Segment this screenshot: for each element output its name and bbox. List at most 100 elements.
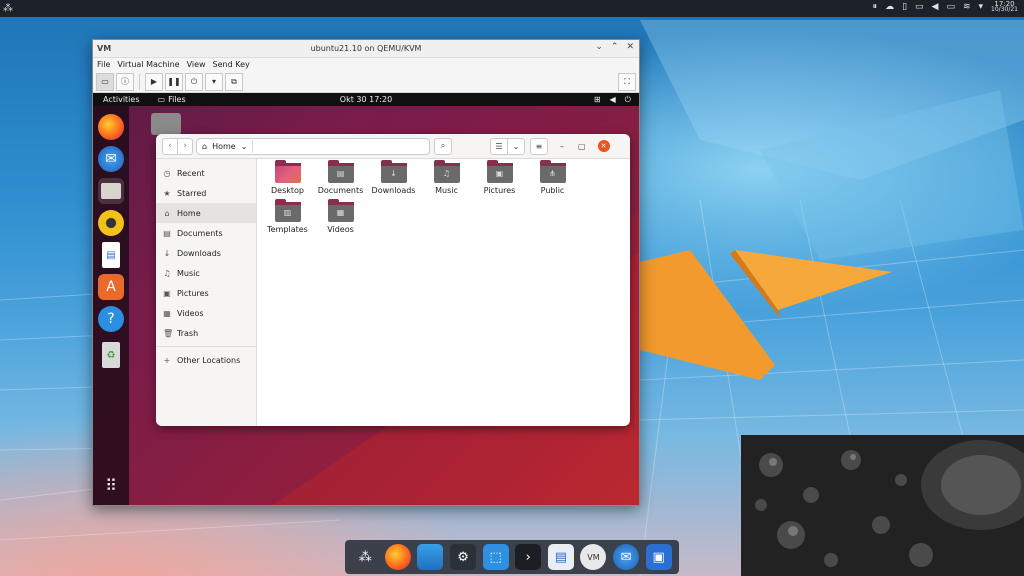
video-window[interactable] — [741, 435, 1024, 576]
folder-item-downloads[interactable]: ↓ Downloads — [367, 160, 420, 202]
file-manager-icon[interactable] — [417, 544, 444, 570]
vm-toolbar: ▭ ⓘ ▶ ❚❚ ⏻ ▾ ⧉ ⛶ — [93, 71, 639, 93]
volume-icon[interactable]: ◀ — [932, 2, 939, 12]
clipboard-icon[interactable]: ▯ — [902, 2, 907, 12]
folder-item-documents[interactable]: ▤ Documents — [314, 160, 367, 202]
trash-icon[interactable]: ♻ — [102, 342, 120, 368]
folder-item-music[interactable]: ♫ Music — [420, 160, 473, 202]
files-sidebar: ◷ Recent ★ Starred ⌂ Home ▤ Documents ↓ Downl… — [156, 159, 257, 426]
sidebar-item-other-locations[interactable]: + Other Locations — [156, 350, 256, 370]
network-icon[interactable]: ⊞ — [594, 95, 601, 105]
sidebar-item-recent[interactable]: ◷ Recent — [156, 163, 256, 183]
close-button[interactable]: ✕ — [597, 140, 610, 152]
search-button[interactable]: ⌕ — [434, 137, 452, 155]
sync-icon[interactable]: ☁ — [885, 2, 894, 12]
sidebar-item-trash[interactable]: 🗑 Trash — [156, 323, 256, 343]
console-button[interactable]: ▭ — [96, 72, 114, 91]
clock-icon: ◷ — [163, 168, 171, 178]
maximize-icon[interactable]: ⌃ — [611, 42, 619, 52]
power-button[interactable]: ⏻ — [185, 72, 203, 91]
software-icon[interactable]: A — [98, 274, 124, 300]
media-icon[interactable]: ⏸ — [873, 2, 878, 12]
thunderbird-icon[interactable]: ✉ — [98, 146, 124, 172]
sidebar-item-downloads[interactable]: ↓ Downloads — [156, 243, 256, 263]
folder-icon: ▤ — [327, 160, 354, 183]
launcher-icon[interactable]: ⁂ — [352, 544, 378, 570]
window-title: ubuntu21.10 on QEMU/KVM — [310, 44, 422, 53]
files-icon[interactable] — [98, 178, 124, 204]
hamburger-icon: ≡ — [535, 141, 543, 151]
menu-file[interactable]: File — [97, 60, 110, 69]
device-icon[interactable]: ▭ — [915, 2, 924, 12]
wifi-icon[interactable]: ≋ — [963, 2, 971, 12]
terminal-icon[interactable]: › — [515, 544, 542, 570]
sidebar-item-pictures[interactable]: ▣ Pictures — [156, 283, 256, 303]
folder-label: Documents — [317, 186, 364, 195]
menu-button[interactable]: ≡ — [530, 137, 548, 155]
chevron-down-icon[interactable]: ⌄ — [595, 42, 603, 52]
store-icon[interactable]: ⬚ — [482, 544, 509, 570]
sidebar-item-starred[interactable]: ★ Starred — [156, 183, 256, 203]
fullscreen-button[interactable]: ⛶ — [618, 73, 636, 91]
launcher-icon[interactable]: ⁂ — [3, 3, 19, 14]
show-apps-icon[interactable]: ⠿ — [93, 476, 129, 495]
path-bar[interactable]: ⌂ Home ⌄ — [196, 137, 430, 155]
folder-item-desktop[interactable]: Desktop — [261, 160, 314, 202]
menu-virtual-machine[interactable]: Virtual Machine — [117, 60, 179, 69]
snapshots-button[interactable]: ⧉ — [225, 72, 243, 91]
view-list-button[interactable]: ☰ — [490, 137, 508, 155]
details-button[interactable]: ⓘ — [116, 72, 134, 91]
toolbar-separator — [139, 73, 140, 90]
sidebar-item-music[interactable]: ♫ Music — [156, 263, 256, 283]
folder-item-templates[interactable]: ▥ Templates — [261, 199, 314, 241]
pause-button[interactable]: ❚❚ — [165, 72, 183, 91]
folder-item-public[interactable]: ⋔ Public — [526, 160, 579, 202]
maximize-button[interactable]: ▢ — [578, 142, 586, 151]
home-icon: ⌂ — [164, 208, 170, 218]
run-button[interactable]: ▶ — [145, 72, 163, 91]
system-tray: ⏸ ☁ ▯ ▭ ◀ ▭ ≋ ▾ 17:20 10/30/21 — [873, 1, 1018, 13]
wallpaper-shapes — [640, 250, 892, 380]
screenshot-icon[interactable]: ▣ — [645, 544, 672, 570]
menu-send-key[interactable]: Send Key — [213, 60, 250, 69]
writer-icon[interactable]: ▤ — [102, 242, 120, 268]
power-icon[interactable]: ⏻ — [625, 95, 631, 105]
folder-item-videos[interactable]: ▦ Videos — [314, 199, 367, 241]
desktop-home-folder[interactable] — [151, 113, 181, 135]
minimize-button[interactable]: – — [560, 142, 564, 151]
folder-item-pictures[interactable]: ▣ Pictures — [473, 160, 526, 202]
forward-button[interactable]: › — [178, 137, 193, 155]
back-button[interactable]: ‹ — [162, 137, 178, 155]
firefox-icon[interactable] — [98, 114, 124, 140]
help-icon[interactable]: ? — [98, 306, 124, 332]
sidebar-item-home[interactable]: ⌂ Home — [156, 203, 256, 223]
battery-icon[interactable]: ▭ — [946, 2, 955, 12]
settings-icon[interactable]: ⚙ — [450, 544, 477, 570]
folder-label: Videos — [327, 225, 354, 234]
folder-icon: ♫ — [433, 160, 460, 183]
virt-manager-icon[interactable]: VM — [580, 544, 607, 570]
rhythmbox-icon[interactable] — [98, 210, 124, 236]
sidebar-item-documents[interactable]: ▤ Documents — [156, 223, 256, 243]
power-menu-button[interactable]: ▾ — [205, 72, 223, 91]
mail-icon[interactable]: ✉ — [613, 544, 640, 570]
chevron-down-icon: ▾ — [211, 77, 216, 86]
firefox-icon[interactable] — [384, 544, 411, 570]
close-icon[interactable]: ✕ — [626, 42, 634, 52]
sidebar-item-label: Starred — [177, 188, 207, 198]
path-segment-home[interactable]: ⌂ Home ⌄ — [202, 139, 254, 153]
sidebar-item-videos[interactable]: ▦ Videos — [156, 303, 256, 323]
files-grid: Desktop ▤ Documents ↓ Downloads ♫ Music ▣ Pi… — [261, 160, 629, 241]
vm-titlebar[interactable]: VM ubuntu21.10 on QEMU/KVM ⌄ ⌃ ✕ — [93, 40, 639, 58]
guest-clock[interactable]: Okt 30 17:20 — [93, 95, 639, 104]
guest-top-bar: Activities ▭ Files Okt 30 17:20 ⊞ ◀ ⏻ — [93, 93, 639, 106]
chevron-down-icon[interactable]: ▾ — [979, 2, 984, 12]
text-editor-icon[interactable]: ▤ — [547, 544, 574, 570]
menu-view[interactable]: View — [187, 60, 206, 69]
clock[interactable]: 17:20 10/30/21 — [991, 1, 1018, 13]
sidebar-item-label: Videos — [177, 308, 204, 318]
volume-icon[interactable]: ◀ — [610, 95, 616, 105]
taskbar-dock: ⁂ ⚙ ⬚ › ▤ VM ✉ ▣ — [345, 540, 679, 574]
view-options-button[interactable]: ⌄ — [508, 137, 525, 155]
folder-icon: ⋔ — [539, 160, 566, 183]
